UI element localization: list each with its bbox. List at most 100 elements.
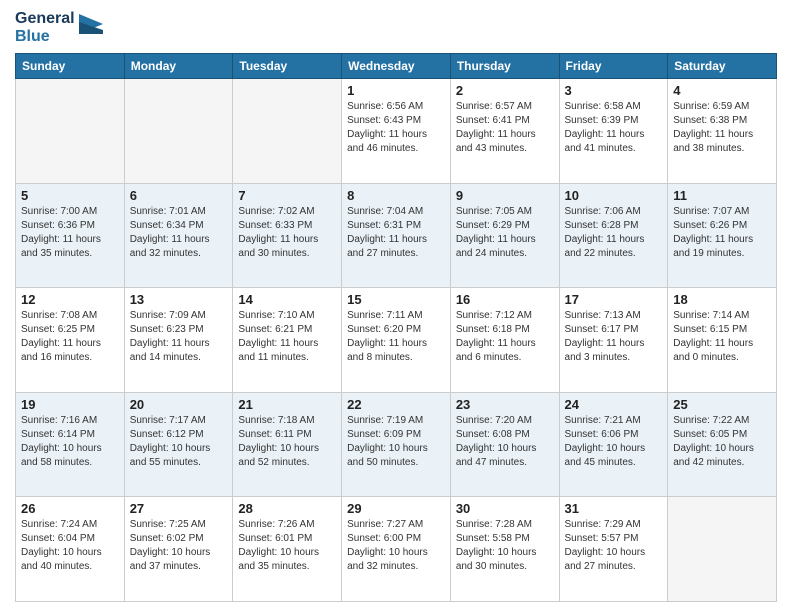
calendar-table: SundayMondayTuesdayWednesdayThursdayFrid… — [15, 53, 777, 602]
calendar-week-row: 12 Sunrise: 7:08 AM Sunset: 6:25 PM Dayli… — [16, 288, 777, 393]
logo-wrapper: General Blue — [15, 10, 103, 45]
calendar-cell: 17Sunrise: 7:13 AM Sunset: 6:17 PM Dayli… — [559, 288, 668, 393]
day-info: Sunrise: 7:26 AM Sunset: 6:01 PM Dayligh… — [238, 518, 336, 574]
calendar-cell: 13 Sunrise: 7:09 AM Sunset: 6:23 PM Dayli… — [124, 288, 233, 393]
day-info: Sunrise: 7:01 AM Sunset: 6:34 PM Dayligh… — [130, 205, 228, 261]
calendar-cell — [233, 79, 342, 184]
day-number: 13 — [130, 292, 228, 307]
day-info: Sunrise: 7:24 AM Sunset: 6:04 PM Dayligh… — [21, 518, 119, 574]
day-info: Sunrise: 6:59 AM Sunset: 6:38 PM Dayligh… — [673, 100, 771, 156]
day-info: Sunrise: 7:07 AM Sunset: 6:26 PM Dayligh… — [673, 205, 771, 261]
logo-triangle-icon — [79, 14, 103, 42]
calendar-cell: 1 Sunrise: 6:56 AM Sunset: 6:43 PM Daylig… — [342, 79, 451, 184]
day-info: Sunrise: 7:14 AM Sunset: 6:15 PM Dayligh… — [673, 309, 771, 365]
day-number: 31 — [565, 501, 663, 516]
day-number: 5 — [21, 188, 119, 203]
day-info: Sunrise: 7:18 AM Sunset: 6:11 PM Dayligh… — [238, 414, 336, 470]
calendar-cell: 9 Sunrise: 7:05 AM Sunset: 6:29 PM Daylig… — [450, 183, 559, 288]
logo: General Blue — [15, 10, 103, 45]
day-info: Sunrise: 6:57 AM Sunset: 6:41 PM Dayligh… — [456, 100, 554, 156]
calendar-cell: 10 Sunrise: 7:06 AM Sunset: 6:28 PM Dayli… — [559, 183, 668, 288]
calendar-week-row: 1 Sunrise: 6:56 AM Sunset: 6:43 PM Daylig… — [16, 79, 777, 184]
day-number: 3 — [565, 83, 663, 98]
calendar-cell: 16Sunrise: 7:12 AM Sunset: 6:18 PM Dayli… — [450, 288, 559, 393]
calendar-cell: 25 Sunrise: 7:22 AM Sunset: 6:05 PM Dayli… — [668, 392, 777, 497]
calendar-cell: 26 Sunrise: 7:24 AM Sunset: 6:04 PM Dayli… — [16, 497, 125, 602]
calendar-cell: 28 Sunrise: 7:26 AM Sunset: 6:01 PM Dayli… — [233, 497, 342, 602]
calendar-cell: 21 Sunrise: 7:18 AM Sunset: 6:11 PM Dayli… — [233, 392, 342, 497]
day-number: 25 — [673, 397, 771, 412]
calendar-cell — [16, 79, 125, 184]
calendar-header-thursday: Thursday — [450, 54, 559, 79]
day-info: Sunrise: 7:08 AM Sunset: 6:25 PM Dayligh… — [21, 309, 119, 365]
calendar-cell: 14 Sunrise: 7:10 AM Sunset: 6:21 PM Dayli… — [233, 288, 342, 393]
day-info: Sunrise: 7:20 AM Sunset: 6:08 PM Dayligh… — [456, 414, 554, 470]
calendar-cell: 30Sunrise: 7:28 AM Sunset: 5:58 PM Dayli… — [450, 497, 559, 602]
calendar-cell: 2 Sunrise: 6:57 AM Sunset: 6:41 PM Daylig… — [450, 79, 559, 184]
day-number: 10 — [565, 188, 663, 203]
day-number: 19 — [21, 397, 119, 412]
calendar-header-monday: Monday — [124, 54, 233, 79]
day-info: Sunrise: 7:05 AM Sunset: 6:29 PM Dayligh… — [456, 205, 554, 261]
calendar-header-wednesday: Wednesday — [342, 54, 451, 79]
day-info: Sunrise: 7:28 AM Sunset: 5:58 PM Dayligh… — [456, 518, 554, 574]
day-info: Sunrise: 6:56 AM Sunset: 6:43 PM Dayligh… — [347, 100, 445, 156]
day-number: 12 — [21, 292, 119, 307]
day-number: 27 — [130, 501, 228, 516]
day-number: 17 — [565, 292, 663, 307]
day-number: 15 — [347, 292, 445, 307]
day-number: 18 — [673, 292, 771, 307]
calendar-cell: 19 Sunrise: 7:16 AM Sunset: 6:14 PM Dayli… — [16, 392, 125, 497]
day-number: 8 — [347, 188, 445, 203]
calendar-header-tuesday: Tuesday — [233, 54, 342, 79]
calendar-cell: 15 Sunrise: 7:11 AM Sunset: 6:20 PM Dayli… — [342, 288, 451, 393]
day-info: Sunrise: 7:02 AM Sunset: 6:33 PM Dayligh… — [238, 205, 336, 261]
day-number: 11 — [673, 188, 771, 203]
logo-general-text: General — [15, 10, 75, 28]
calendar-cell: 22 Sunrise: 7:19 AM Sunset: 6:09 PM Dayli… — [342, 392, 451, 497]
day-info: Sunrise: 7:22 AM Sunset: 6:05 PM Dayligh… — [673, 414, 771, 470]
day-number: 26 — [21, 501, 119, 516]
day-number: 21 — [238, 397, 336, 412]
calendar-cell: 7Sunrise: 7:02 AM Sunset: 6:33 PM Daylig… — [233, 183, 342, 288]
calendar-cell: 31 Sunrise: 7:29 AM Sunset: 5:57 PM Dayli… — [559, 497, 668, 602]
calendar-cell: 27Sunrise: 7:25 AM Sunset: 6:02 PM Dayli… — [124, 497, 233, 602]
day-number: 9 — [456, 188, 554, 203]
day-number: 1 — [347, 83, 445, 98]
day-number: 4 — [673, 83, 771, 98]
day-info: Sunrise: 7:16 AM Sunset: 6:14 PM Dayligh… — [21, 414, 119, 470]
day-info: Sunrise: 7:06 AM Sunset: 6:28 PM Dayligh… — [565, 205, 663, 261]
day-number: 16 — [456, 292, 554, 307]
day-number: 2 — [456, 83, 554, 98]
calendar-cell: 29Sunrise: 7:27 AM Sunset: 6:00 PM Dayli… — [342, 497, 451, 602]
calendar-week-row: 26 Sunrise: 7:24 AM Sunset: 6:04 PM Dayli… — [16, 497, 777, 602]
calendar-cell — [124, 79, 233, 184]
day-number: 14 — [238, 292, 336, 307]
day-info: Sunrise: 7:11 AM Sunset: 6:20 PM Dayligh… — [347, 309, 445, 365]
day-info: Sunrise: 7:21 AM Sunset: 6:06 PM Dayligh… — [565, 414, 663, 470]
day-info: Sunrise: 7:09 AM Sunset: 6:23 PM Dayligh… — [130, 309, 228, 365]
day-number: 28 — [238, 501, 336, 516]
day-info: Sunrise: 7:19 AM Sunset: 6:09 PM Dayligh… — [347, 414, 445, 470]
day-number: 29 — [347, 501, 445, 516]
calendar-cell — [668, 497, 777, 602]
calendar-header-friday: Friday — [559, 54, 668, 79]
calendar-cell: 18 Sunrise: 7:14 AM Sunset: 6:15 PM Dayli… — [668, 288, 777, 393]
calendar-cell: 20Sunrise: 7:17 AM Sunset: 6:12 PM Dayli… — [124, 392, 233, 497]
day-info: Sunrise: 7:04 AM Sunset: 6:31 PM Dayligh… — [347, 205, 445, 261]
calendar-cell: 24 Sunrise: 7:21 AM Sunset: 6:06 PM Dayli… — [559, 392, 668, 497]
day-number: 23 — [456, 397, 554, 412]
calendar-cell: 4 Sunrise: 6:59 AM Sunset: 6:38 PM Daylig… — [668, 79, 777, 184]
day-number: 24 — [565, 397, 663, 412]
calendar-week-row: 5Sunrise: 7:00 AM Sunset: 6:36 PM Daylig… — [16, 183, 777, 288]
day-number: 22 — [347, 397, 445, 412]
day-info: Sunrise: 7:10 AM Sunset: 6:21 PM Dayligh… — [238, 309, 336, 365]
calendar-cell: 5Sunrise: 7:00 AM Sunset: 6:36 PM Daylig… — [16, 183, 125, 288]
day-info: Sunrise: 7:29 AM Sunset: 5:57 PM Dayligh… — [565, 518, 663, 574]
day-info: Sunrise: 7:17 AM Sunset: 6:12 PM Dayligh… — [130, 414, 228, 470]
page: General Blue SundayMondayTuesdayWednesda… — [0, 0, 792, 612]
header: General Blue — [15, 10, 777, 45]
calendar-header-row: SundayMondayTuesdayWednesdayThursdayFrid… — [16, 54, 777, 79]
calendar-cell: 6Sunrise: 7:01 AM Sunset: 6:34 PM Daylig… — [124, 183, 233, 288]
calendar-cell: 8 Sunrise: 7:04 AM Sunset: 6:31 PM Daylig… — [342, 183, 451, 288]
